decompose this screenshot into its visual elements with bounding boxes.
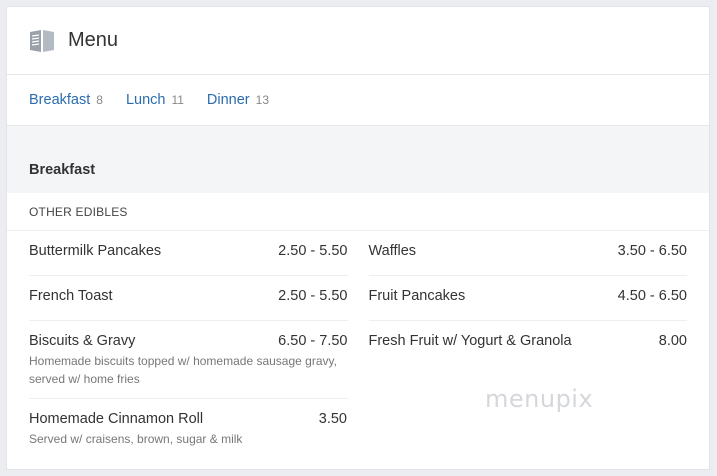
menu-tabs: Breakfast 8 Lunch 11 Dinner 13 xyxy=(7,75,709,126)
tab-breakfast[interactable]: Breakfast 8 xyxy=(29,92,103,108)
menu-item: Fresh Fruit w/ Yogurt & Granola 8.00 xyxy=(369,321,688,366)
menu-item: Biscuits & Gravy 6.50 - 7.50 Homemade bi… xyxy=(29,321,348,399)
item-price: 4.50 - 6.50 xyxy=(617,288,687,304)
tab-label[interactable]: Breakfast xyxy=(29,92,90,108)
menu-item: Fruit Pancakes 4.50 - 6.50 xyxy=(368,276,687,321)
item-description: Served w/ craisens, brown, sugar & milk xyxy=(29,432,243,446)
item-name: Homemade Cinnamon Roll xyxy=(29,411,204,427)
menu-items-grid: Buttermilk Pancakes 2.50 - 5.50 French T… xyxy=(7,231,709,458)
item-description: Homemade biscuits topped w/ homemade sau… xyxy=(29,354,337,386)
menu-item: French Toast 2.50 - 5.50 xyxy=(29,276,348,321)
page-title: Menu xyxy=(68,29,119,51)
item-name: Waffles xyxy=(368,243,417,259)
tab-lunch[interactable]: Lunch 11 xyxy=(126,92,184,108)
item-price: 6.50 - 7.50 xyxy=(278,333,348,349)
item-price: 3.50 xyxy=(318,411,347,427)
item-price: 2.50 - 5.50 xyxy=(278,243,348,259)
menu-card: Menu Breakfast 8 Lunch 11 Dinner 13 Brea… xyxy=(6,6,710,470)
item-price: 2.50 - 5.50 xyxy=(278,288,348,304)
menu-column-right: Waffles 3.50 - 6.50 Fruit Pancakes 4.50 … xyxy=(368,231,688,458)
item-name: French Toast xyxy=(29,288,113,304)
tab-count: 13 xyxy=(255,93,269,107)
menu-item: Waffles 3.50 - 6.50 xyxy=(368,231,687,276)
item-price: 3.50 - 6.50 xyxy=(617,243,687,259)
item-name: Fresh Fruit w/ Yogurt & Granola xyxy=(368,333,572,349)
tab-dinner[interactable]: Dinner 13 xyxy=(207,92,269,108)
item-name: Biscuits & Gravy xyxy=(29,333,136,349)
menu-column-left: Buttermilk Pancakes 2.50 - 5.50 French T… xyxy=(29,231,348,458)
book-icon xyxy=(30,29,54,52)
item-name: Buttermilk Pancakes xyxy=(29,243,162,259)
menu-item: Buttermilk Pancakes 2.50 - 5.50 xyxy=(29,231,348,276)
item-name: Fruit Pancakes xyxy=(368,288,466,304)
section-header: Breakfast xyxy=(7,126,709,193)
watermark-logo: menupix xyxy=(485,385,594,413)
tab-label[interactable]: Dinner xyxy=(207,92,250,108)
tab-count: 11 xyxy=(171,93,184,107)
item-price: 8.00 xyxy=(658,333,687,349)
menu-item: Homemade Cinnamon Roll 3.50 Served w/ cr… xyxy=(29,399,348,458)
tab-label[interactable]: Lunch xyxy=(126,92,166,108)
section-title: Breakfast xyxy=(29,161,96,178)
menu-header: Menu xyxy=(7,7,709,75)
group-title: OTHER EDIBLES xyxy=(7,193,709,231)
tab-count: 8 xyxy=(96,93,103,107)
